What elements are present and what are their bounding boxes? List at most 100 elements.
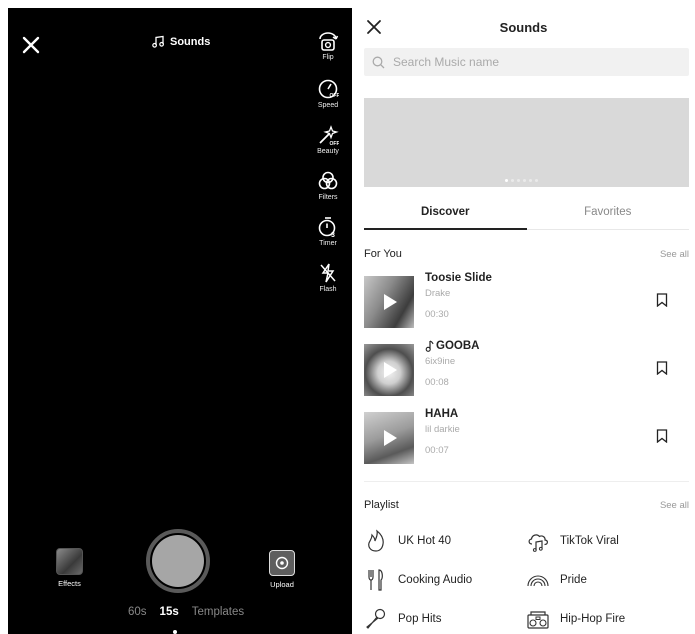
camera-toolbar: Flip OFF Speed OFF Beauty Filters 3 Time…	[310, 32, 346, 308]
duration-15s[interactable]: 15s	[160, 606, 179, 618]
music-note-icon	[152, 35, 165, 48]
playlist-label: TikTok Viral	[560, 535, 619, 547]
playlist-item[interactable]: UK Hot 40	[364, 529, 451, 553]
song-item[interactable]: HAHA lil darkie 00:07	[364, 408, 689, 468]
song-item[interactable]: GOOBA 6ix9ine 00:08	[364, 340, 689, 400]
svg-text:OFF: OFF	[330, 141, 340, 146]
song-duration: 00:30	[425, 309, 449, 320]
timer-icon: 3	[318, 217, 336, 238]
close-icon[interactable]	[20, 34, 42, 56]
effects-button[interactable]: Effects	[56, 548, 83, 588]
song-cover[interactable]	[364, 344, 414, 396]
search-icon	[372, 56, 385, 68]
for-you-title: For You	[364, 248, 402, 260]
speed-button[interactable]: OFF Speed	[317, 78, 339, 124]
duration-templates[interactable]: Templates	[192, 606, 244, 618]
record-button[interactable]	[146, 529, 210, 593]
song-cover[interactable]	[364, 412, 414, 464]
playlist-see-all[interactable]: See all	[660, 500, 689, 511]
panel-title: Sounds	[499, 20, 548, 35]
pagination-dot[interactable]	[505, 179, 508, 182]
playlist-item[interactable]: Pop Hits	[364, 607, 441, 631]
play-icon	[384, 294, 397, 310]
playlist-item[interactable]: Pride	[526, 568, 587, 592]
playlist-label: Hip-Hop Fire	[560, 613, 626, 625]
playlist-item[interactable]: TikTok Viral	[526, 529, 619, 553]
song-duration: 00:07	[425, 445, 449, 456]
cloud-music-icon	[528, 534, 548, 552]
for-you-see-all[interactable]: See all	[660, 249, 689, 260]
beauty-icon: OFF	[319, 125, 340, 146]
play-icon	[384, 362, 397, 378]
upload-icon	[269, 550, 295, 576]
microphone-icon	[366, 608, 386, 629]
song-title: Toosie Slide	[425, 272, 492, 284]
pagination-dot[interactable]	[523, 179, 526, 182]
upload-button[interactable]: Upload	[269, 550, 295, 589]
tab-discover[interactable]: Discover	[364, 196, 527, 230]
search-input[interactable]	[393, 55, 673, 69]
promo-banner[interactable]	[364, 98, 689, 187]
play-icon	[384, 430, 397, 446]
record-button-inner	[152, 535, 204, 587]
filters-label: Filters	[318, 194, 338, 201]
bookmark-icon[interactable]	[656, 429, 668, 443]
playlist-item[interactable]: Cooking Audio	[364, 568, 472, 592]
pagination-dot[interactable]	[535, 179, 538, 182]
upload-label: Upload	[270, 580, 294, 589]
beauty-label: Beauty	[317, 148, 339, 155]
song-item[interactable]: Toosie Slide Drake 00:30	[364, 272, 689, 332]
playlist-label: Cooking Audio	[398, 574, 473, 586]
duration-selector: 60s 15s Templates	[128, 606, 244, 618]
song-duration: 00:08	[425, 377, 449, 388]
timer-button[interactable]: 3 Timer	[317, 216, 339, 262]
utensils-icon	[368, 569, 383, 591]
flash-button[interactable]: Flash	[317, 262, 339, 308]
boombox-icon	[527, 611, 549, 629]
app-root: Sounds Flip OFF Speed OFF Beauty Filters…	[0, 0, 695, 634]
pagination-dot[interactable]	[529, 179, 532, 182]
song-artist: Drake	[425, 288, 451, 299]
tab-favorites[interactable]: Favorites	[527, 196, 690, 229]
song-artist: lil darkie	[425, 424, 460, 435]
flash-icon	[320, 263, 336, 283]
banner-pagination	[505, 179, 538, 182]
section-divider	[364, 481, 689, 482]
playlist-title: Playlist	[364, 499, 399, 511]
song-artist: 6ix9ine	[425, 356, 456, 367]
effects-label: Effects	[58, 579, 81, 588]
playlist-label: UK Hot 40	[398, 535, 452, 547]
svg-text:OFF: OFF	[330, 93, 340, 99]
playlist-header: Playlist See all	[364, 499, 689, 511]
filters-icon	[318, 171, 338, 190]
for-you-header: For You See all	[364, 248, 689, 260]
camera-view: Sounds Flip OFF Speed OFF Beauty Filters…	[8, 8, 352, 634]
timer-label: Timer	[319, 240, 337, 247]
sounds-label: Sounds	[170, 35, 211, 48]
playlist-label: Pop Hits	[398, 613, 442, 625]
flip-button[interactable]: Flip	[317, 32, 339, 78]
rainbow-icon	[527, 575, 549, 587]
bookmark-icon[interactable]	[656, 361, 668, 375]
flip-icon	[319, 32, 339, 51]
pagination-dot[interactable]	[511, 179, 514, 182]
sounds-button[interactable]: Sounds	[152, 35, 210, 48]
duration-60s[interactable]: 60s	[128, 606, 147, 618]
song-title: GOOBA	[425, 340, 479, 352]
sounds-tabs: Discover Favorites	[364, 196, 689, 230]
fire-icon	[368, 529, 384, 552]
pagination-dot[interactable]	[517, 179, 520, 182]
playlist-item[interactable]: Hip-Hop Fire	[526, 607, 625, 631]
song-cover[interactable]	[364, 276, 414, 328]
search-bar[interactable]	[364, 48, 689, 76]
sounds-panel: Sounds Discover Favorites For You	[352, 0, 695, 634]
effects-thumbnail	[56, 548, 83, 575]
filters-button[interactable]: Filters	[317, 170, 339, 216]
speed-icon: OFF	[318, 79, 340, 99]
playlist-label: Pride	[560, 574, 587, 586]
bookmark-icon[interactable]	[656, 293, 668, 307]
flip-label: Flip	[322, 54, 334, 61]
song-title: HAHA	[425, 408, 459, 420]
beauty-button[interactable]: OFF Beauty	[317, 124, 339, 170]
active-mode-indicator	[173, 630, 177, 634]
